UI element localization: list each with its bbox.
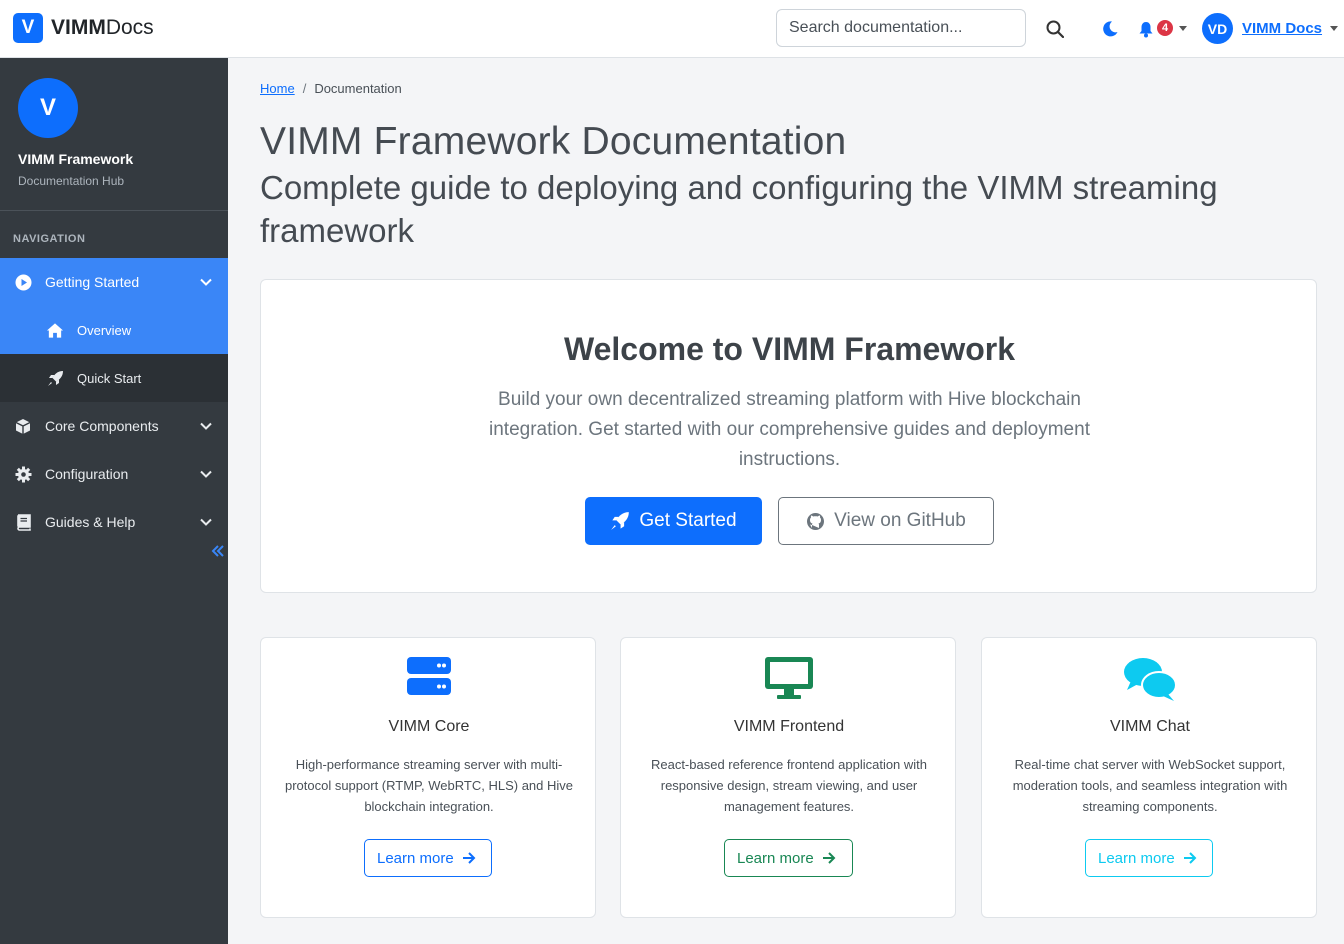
home-icon bbox=[46, 321, 64, 339]
github-icon bbox=[806, 512, 825, 531]
sidebar-item-label: Quick Start bbox=[77, 371, 142, 386]
welcome-card: Welcome to VIMM Framework Build your own… bbox=[260, 279, 1317, 593]
feature-card-core: VIMM Core High-performance streaming ser… bbox=[260, 637, 596, 918]
cube-icon bbox=[14, 417, 32, 435]
top-navbar: V VIMMDocs 4 VD VIMM Docs bbox=[0, 0, 1344, 58]
chevron-down-icon bbox=[199, 419, 213, 436]
moon-icon bbox=[1103, 21, 1118, 37]
get-started-label: Get Started bbox=[639, 510, 737, 531]
sidebar-item-core-components[interactable]: Core Components bbox=[0, 402, 228, 450]
gear-icon bbox=[14, 465, 32, 483]
search-button[interactable] bbox=[1043, 17, 1067, 41]
feature-description: Real-time chat server with WebSocket sup… bbox=[1012, 757, 1288, 814]
rocket-icon bbox=[610, 511, 630, 531]
sidebar-item-label: Getting Started bbox=[45, 274, 140, 290]
breadcrumb-home-link[interactable]: Home bbox=[260, 81, 295, 96]
sidebar-subtitle: Documentation Hub bbox=[18, 174, 125, 188]
brand-logo: V bbox=[13, 13, 43, 43]
play-circle-icon bbox=[14, 273, 32, 291]
chevron-down-icon bbox=[1179, 26, 1187, 31]
learn-more-frontend-button[interactable]: Learn more bbox=[724, 839, 853, 877]
sidebar-item-label: Configuration bbox=[45, 466, 129, 482]
page-subtitle: Complete guide to deploying and configur… bbox=[260, 169, 1218, 249]
arrow-right-icon bbox=[462, 852, 476, 864]
brand-name-light: Docs bbox=[105, 16, 154, 39]
chevron-down-icon bbox=[199, 467, 213, 484]
theme-toggle-button[interactable] bbox=[1098, 17, 1122, 41]
welcome-title: Welcome to VIMM Framework bbox=[563, 331, 1016, 367]
welcome-text: Build your own decentralized streaming p… bbox=[489, 389, 1090, 470]
desktop-icon bbox=[765, 657, 813, 699]
learn-more-core-button[interactable]: Learn more bbox=[364, 839, 492, 877]
sidebar-title: VIMM Framework bbox=[18, 151, 134, 167]
bell-icon bbox=[1139, 21, 1153, 37]
notification-badge: 4 bbox=[1157, 20, 1174, 36]
feature-description: High-performance streaming server with m… bbox=[284, 757, 574, 814]
breadcrumb: Home / Documentation bbox=[260, 81, 402, 96]
sidebar-item-getting-started[interactable]: Getting Started bbox=[0, 258, 228, 306]
feature-card-chat: VIMM Chat Real-time chat server with Web… bbox=[981, 637, 1317, 918]
comments-icon bbox=[1124, 658, 1177, 701]
learn-more-label: Learn more bbox=[377, 849, 454, 867]
sidebar-item-configuration[interactable]: Configuration bbox=[0, 450, 228, 498]
sidebar-item-label: Guides & Help bbox=[45, 514, 136, 530]
rocket-icon bbox=[46, 369, 64, 387]
sidebar-collapse-button[interactable] bbox=[211, 544, 225, 563]
sidebar-item-overview[interactable]: Overview bbox=[0, 306, 228, 354]
search-icon bbox=[1046, 20, 1064, 38]
learn-more-label: Learn more bbox=[1098, 849, 1175, 867]
feature-card-frontend: VIMM Frontend React-based reference fron… bbox=[620, 637, 956, 918]
sidebar-avatar: V bbox=[18, 78, 78, 138]
brand-name-bold: VIMM bbox=[51, 16, 106, 39]
sidebar-item-quick-start[interactable]: Quick Start bbox=[0, 354, 228, 402]
brand[interactable]: V VIMMDocs bbox=[13, 13, 154, 43]
user-menu[interactable]: VD VIMM Docs bbox=[1202, 13, 1339, 44]
feature-title: VIMM Frontend bbox=[733, 718, 845, 735]
arrow-right-icon bbox=[1183, 852, 1197, 864]
learn-more-chat-button[interactable]: Learn more bbox=[1085, 839, 1213, 877]
view-on-github-label: View on GitHub bbox=[834, 510, 966, 531]
chevron-down-icon bbox=[1330, 26, 1339, 31]
sidebar-header: V VIMM Framework Documentation Hub bbox=[0, 58, 228, 211]
avatar: VD bbox=[1202, 13, 1233, 44]
feature-description: React-based reference frontend applicati… bbox=[650, 757, 928, 814]
chevron-down-icon bbox=[199, 275, 213, 292]
feature-title: VIMM Chat bbox=[1109, 718, 1190, 735]
notifications-button[interactable]: 4 bbox=[1138, 17, 1188, 41]
breadcrumb-current: Documentation bbox=[314, 81, 402, 96]
chevron-down-icon bbox=[199, 515, 213, 532]
feature-title: VIMM Core bbox=[388, 718, 470, 735]
user-name[interactable]: VIMM Docs bbox=[1242, 20, 1322, 37]
sidebar: V VIMM Framework Documentation Hub NAVIG… bbox=[0, 58, 228, 944]
sidebar-item-guides-help[interactable]: Guides & Help bbox=[0, 498, 228, 546]
book-icon bbox=[14, 513, 32, 531]
view-on-github-button[interactable]: View on GitHub bbox=[778, 497, 994, 545]
search-input[interactable] bbox=[776, 9, 1026, 47]
page-title: VIMM Framework Documentation bbox=[260, 120, 847, 163]
server-icon bbox=[407, 657, 451, 695]
learn-more-label: Learn more bbox=[737, 849, 814, 867]
arrow-right-icon bbox=[822, 852, 836, 864]
sidebar-section-label: NAVIGATION bbox=[13, 233, 86, 245]
double-chevron-left-icon bbox=[211, 545, 224, 557]
brand-name: VIMMDocs bbox=[51, 16, 154, 40]
sidebar-item-label: Core Components bbox=[45, 418, 159, 434]
sidebar-item-label: Overview bbox=[77, 323, 132, 338]
breadcrumb-separator: / bbox=[302, 81, 307, 96]
get-started-button[interactable]: Get Started bbox=[585, 497, 762, 545]
